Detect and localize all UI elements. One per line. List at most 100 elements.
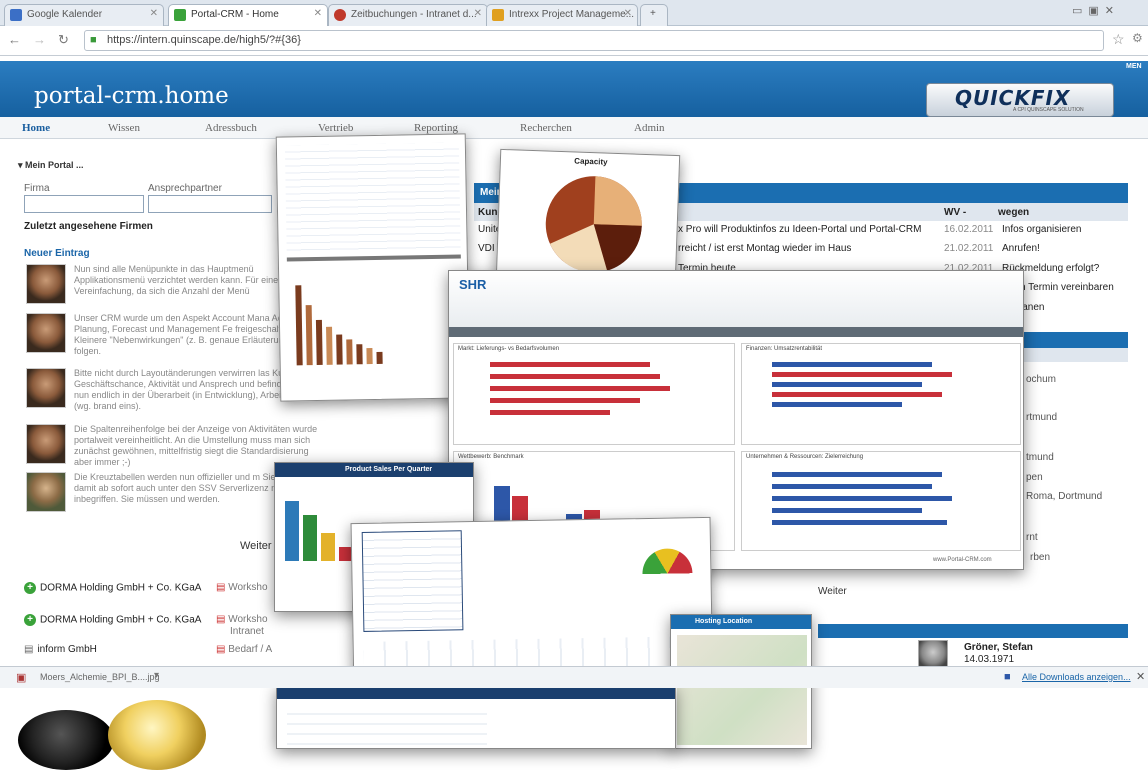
download-bar: ▣ Moers_Alchemie_BPI_B....jpg ▾ ■ Alle D… xyxy=(0,666,1148,688)
portal-toggle[interactable]: ▾ Mein Portal ... xyxy=(18,160,84,171)
browser-tab-strip: Google Kalender ✕ Portal-CRM - Home ✕ Ze… xyxy=(0,0,1148,26)
document-subtext: Intranet xyxy=(230,626,264,637)
nav-reporting[interactable]: Reporting xyxy=(414,122,458,134)
capacity-title: Capacity xyxy=(574,156,608,167)
table-row[interactable]: 21.02.2011 Anrufen! xyxy=(944,243,1040,254)
chart-bar xyxy=(321,533,335,561)
person-birthdate: 14.03.1971 xyxy=(964,654,1015,665)
quickfix-logo: QUICKFIX A CPI QUINSCAPE SOLUTION xyxy=(926,83,1114,117)
chart-title: Unternehmen & Ressourcen: Zielerreichung xyxy=(746,454,864,460)
document-icon: ▤ xyxy=(216,614,229,625)
chart-bar xyxy=(346,339,353,365)
overlay-blog-screenshot xyxy=(276,686,676,749)
url-field[interactable]: ■ https://intern.quinscape.de/high5/?#{3… xyxy=(84,30,1104,51)
nav-adressbuch[interactable]: Adressbuch xyxy=(205,122,257,134)
portal-label: Mein Portal ... xyxy=(25,160,84,170)
url-text: https://intern.quinscape.de/high5/?#{36} xyxy=(107,34,301,46)
tab-label: Intrexx Project Manageme... xyxy=(509,9,635,20)
avatar xyxy=(26,313,66,353)
chart-panel: Unternehmen & Ressourcen: Zielerreichung xyxy=(741,451,1021,551)
wrench-icon[interactable]: ⚙ xyxy=(1132,31,1143,45)
weiter-link-2[interactable]: Weiter xyxy=(818,586,847,597)
window-controls[interactable]: ▭▣✕ xyxy=(1072,4,1120,17)
chart-bar xyxy=(772,520,947,525)
intrexx-icon xyxy=(492,9,504,21)
menu-label[interactable]: MEN xyxy=(1126,63,1142,70)
panel-header-2 xyxy=(1016,332,1128,348)
close-icon[interactable]: ✕ xyxy=(474,8,482,19)
star-icon[interactable]: ☆ xyxy=(1112,31,1125,48)
mini-table xyxy=(284,142,461,256)
city-cell: Roma, Dortmund xyxy=(1026,491,1103,502)
row-text[interactable]: rreicht / ist erst Montag wieder im Haus xyxy=(678,243,851,254)
ansprechpartner-input[interactable] xyxy=(148,195,272,213)
nav-vertrieb[interactable]: Vertrieb xyxy=(318,122,353,134)
chart-title: Wettbewerb: Benchmark xyxy=(458,454,524,460)
col-wegen: wegen xyxy=(998,207,1030,218)
document-link[interactable]: ▤ Bedarf / A xyxy=(216,644,272,655)
crm-icon xyxy=(174,9,186,21)
table-row[interactable]: 16.02.2011 Infos organisieren xyxy=(944,224,1082,235)
app-header: portal-crm.home MEN QUICKFIX A CPI QUINS… xyxy=(0,61,1148,117)
chart-bar xyxy=(303,515,317,561)
chart-bar xyxy=(490,374,660,379)
close-icon[interactable]: ✕ xyxy=(624,8,632,19)
panel-subheader-2 xyxy=(1016,348,1128,362)
overlay-table-screenshot xyxy=(275,133,471,402)
chart-bar xyxy=(326,326,333,365)
new-entry-link[interactable]: Neuer Eintrag xyxy=(24,248,90,259)
panel-header-3 xyxy=(818,624,1128,638)
tab-intrexx[interactable]: Intrexx Project Manageme... ✕ xyxy=(486,4,638,26)
weiter-link[interactable]: Weiter xyxy=(240,540,272,552)
row-text[interactable]: x Pro will Produktinfos zu Ideen-Portal … xyxy=(678,224,921,235)
document-name: Bedarf / A xyxy=(228,644,273,655)
back-icon[interactable]: ← xyxy=(8,32,21,47)
chart-bar xyxy=(490,362,650,367)
close-icon[interactable]: ✕ xyxy=(1136,670,1145,683)
company-row[interactable]: + DORMA Holding GmbH + Co. KGaA xyxy=(24,582,201,594)
new-tab-button[interactable]: + xyxy=(640,4,668,26)
dashboard-brand: SHR xyxy=(459,277,487,292)
show-all-downloads-link[interactable]: Alle Downloads anzeigen... xyxy=(1022,672,1131,682)
nav-admin[interactable]: Admin xyxy=(634,122,665,134)
reload-icon[interactable]: ↻ xyxy=(58,32,69,48)
nav-recherchen[interactable]: Recherchen xyxy=(520,122,572,134)
nav-wissen[interactable]: Wissen xyxy=(108,122,140,134)
close-icon[interactable]: ✕ xyxy=(150,8,158,19)
chevron-down-icon[interactable]: ▾ xyxy=(154,670,159,681)
firma-input[interactable] xyxy=(24,195,144,213)
company-row[interactable]: + DORMA Holding GmbH + Co. KGaA xyxy=(24,614,201,626)
document-name: Worksho xyxy=(228,582,268,593)
chart-bar xyxy=(772,382,922,387)
tab-zeitbuchungen[interactable]: Zeitbuchungen - Intranet d... ✕ xyxy=(328,4,488,26)
tab-google-kalender[interactable]: Google Kalender ✕ xyxy=(4,4,164,26)
download-file[interactable]: Moers_Alchemie_BPI_B....jpg xyxy=(40,672,160,682)
document-link[interactable]: ▤ Worksho xyxy=(216,614,268,625)
row-wegen: n Termin vereinbaren xyxy=(1020,282,1114,293)
city-cell: rnt xyxy=(1026,532,1038,543)
chart-bar xyxy=(356,344,363,365)
download-icon: ■ xyxy=(1004,671,1011,683)
company-name: DORMA Holding GmbH + Co. KGaA xyxy=(40,614,202,626)
gauge-chart xyxy=(642,548,693,600)
person-name[interactable]: Gröner, Stefan xyxy=(964,642,1033,653)
gold-sphere-icon xyxy=(108,700,206,770)
close-icon[interactable]: ✕ xyxy=(314,8,322,19)
document-icon: ▤ xyxy=(24,644,34,655)
chart-bar xyxy=(366,348,373,365)
blog-header xyxy=(277,687,675,699)
dashboard-toolbar xyxy=(449,327,1023,337)
chart-bar xyxy=(772,362,932,367)
document-link[interactable]: ▤ Worksho xyxy=(216,582,268,593)
forward-icon[interactable]: → xyxy=(33,32,46,47)
image-file-icon: ▣ xyxy=(16,672,27,684)
chart-bar xyxy=(772,472,942,477)
plus-icon: + xyxy=(24,614,36,626)
tab-portal-crm[interactable]: Portal-CRM - Home ✕ xyxy=(168,4,328,26)
dashboard-header: SHR xyxy=(449,271,1023,327)
nav-home[interactable]: Home xyxy=(22,122,50,134)
company-row[interactable]: ▤ inform GmbH xyxy=(24,644,97,655)
calendar-icon xyxy=(10,9,22,21)
divider xyxy=(286,254,461,262)
hosting-title: Hosting Location xyxy=(671,615,811,629)
